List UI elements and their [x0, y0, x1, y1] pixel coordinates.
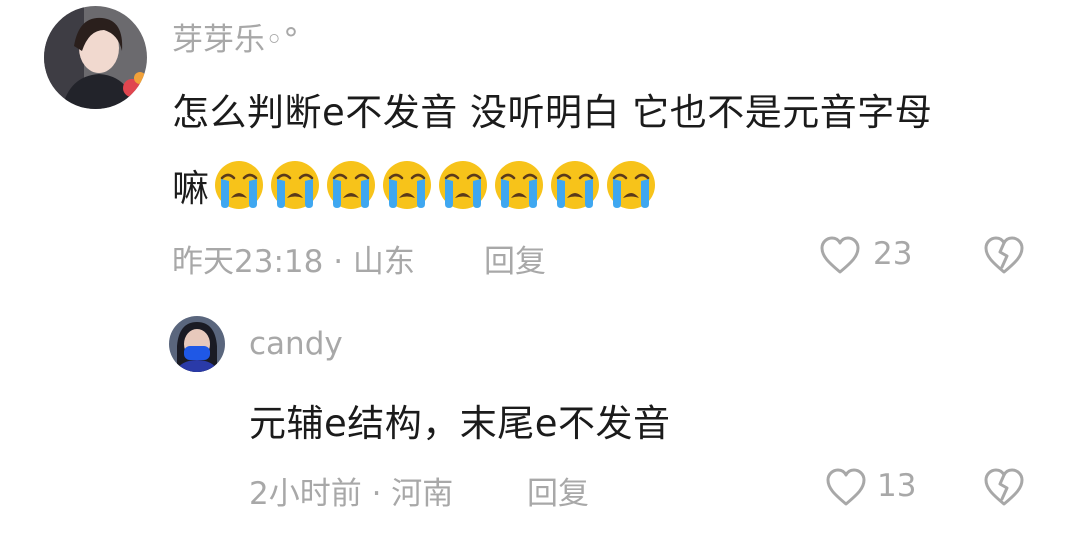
crying-face-icon — [606, 161, 655, 209]
heart-outline-icon[interactable] — [824, 466, 868, 508]
emoji-row — [212, 158, 658, 212]
avatar[interactable] — [169, 316, 225, 372]
crying-face-icon — [438, 161, 487, 209]
username[interactable]: candy — [249, 326, 343, 362]
crying-face-icon — [382, 161, 431, 209]
like-count: 13 — [877, 468, 917, 504]
crying-face-icon — [494, 161, 543, 209]
reply-time-location: 2小时前 · 河南 — [249, 476, 454, 512]
comment-text-prefix: 嘛 — [172, 167, 210, 210]
like-count: 23 — [873, 236, 913, 272]
comment-time-location: 昨天23:18 · 山东 — [172, 244, 415, 280]
crying-face-icon — [550, 161, 599, 209]
avatar[interactable] — [44, 6, 147, 109]
reply-button[interactable]: 回复 — [484, 236, 546, 281]
crying-face-icon — [214, 161, 263, 209]
broken-heart-icon[interactable] — [982, 466, 1026, 508]
reply-text: 元辅e结构，末尾e不发音 — [249, 402, 671, 445]
comment-text-line2: 嘛 — [172, 158, 658, 212]
comment-text: 怎么判断e不发音 没听明白 它也不是元音字母 — [172, 91, 933, 134]
heart-outline-icon[interactable] — [818, 234, 862, 276]
broken-heart-icon[interactable] — [982, 234, 1026, 276]
username[interactable]: 芽芽乐◦° — [172, 14, 299, 59]
crying-face-icon — [270, 161, 319, 209]
crying-face-icon — [326, 161, 375, 209]
reply-button[interactable]: 回复 — [527, 468, 589, 513]
